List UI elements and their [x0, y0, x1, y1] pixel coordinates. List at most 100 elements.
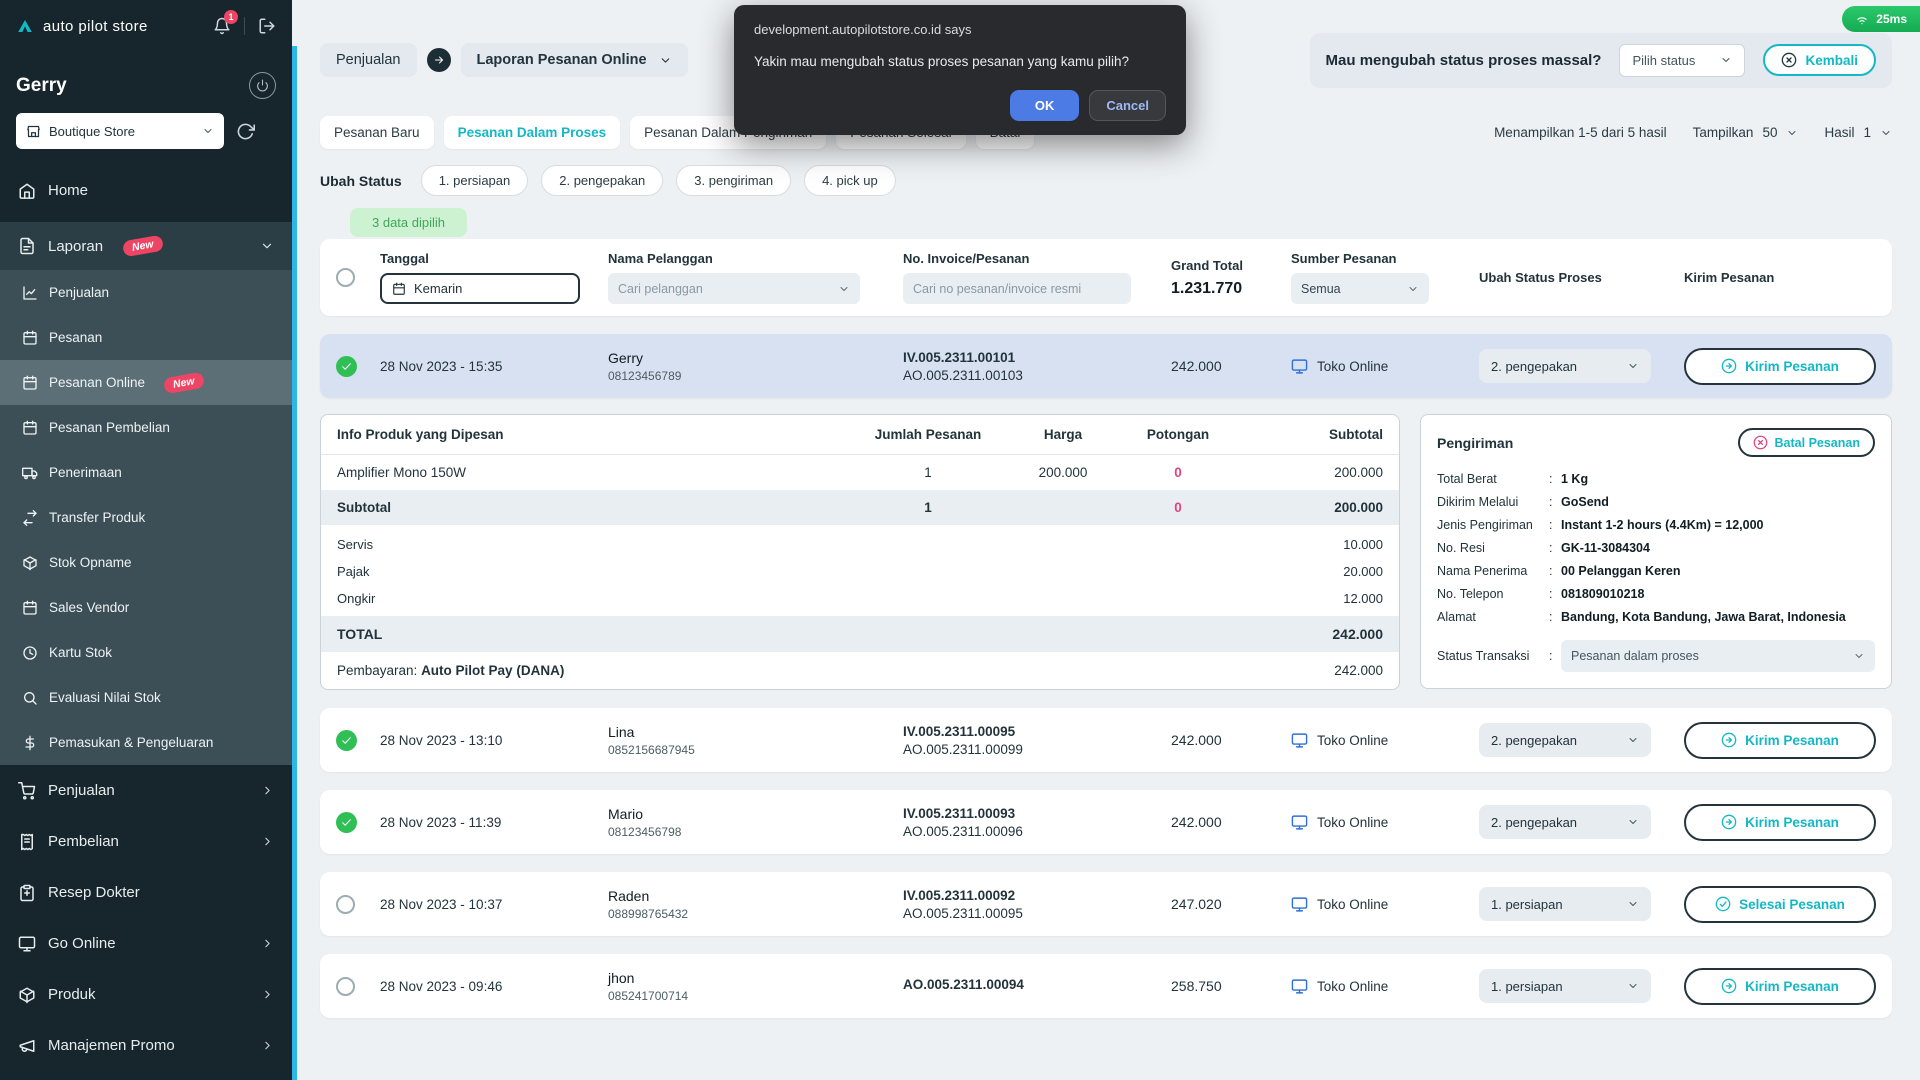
- tab-pesanan-baru[interactable]: Pesanan Baru: [320, 116, 434, 149]
- kirim-pesanan-button[interactable]: Kirim Pesanan: [1684, 968, 1876, 1005]
- product-subtotal: 200.000: [1233, 465, 1383, 480]
- sidebar-item-laporan-pesanan-online[interactable]: Pesanan Online New: [0, 360, 292, 405]
- product-table-title: Info Produk yang Dipesan: [337, 427, 853, 442]
- send-circle-icon: [1721, 732, 1737, 748]
- kirim-pesanan-button[interactable]: Kirim Pesanan: [1684, 348, 1876, 385]
- order-checkbox-unchecked[interactable]: [336, 895, 355, 914]
- status-option-pengepakan[interactable]: 2. pengepakan: [541, 165, 663, 196]
- notification-bell-icon[interactable]: 1: [213, 17, 231, 35]
- sidebar-item-pembelian[interactable]: Pembelian: [0, 816, 292, 867]
- order-total: 242.000: [1171, 358, 1291, 374]
- product-name: Amplifier Mono 150W: [337, 465, 853, 480]
- monitor-icon: [1291, 896, 1308, 913]
- power-button[interactable]: [249, 72, 276, 99]
- sidebar-item-laporan-transfer-produk[interactable]: Transfer Produk: [0, 495, 292, 540]
- shipping-field: Total Berat1 Kg: [1437, 467, 1875, 490]
- invoice-search-input[interactable]: [903, 273, 1131, 304]
- kirim-pesanan-button[interactable]: Kirim Pesanan: [1684, 722, 1876, 759]
- order-status-select[interactable]: 2. pengepakan: [1479, 723, 1651, 757]
- order-row[interactable]: 28 Nov 2023 - 13:10 Lina 0852156687945 I…: [320, 708, 1892, 772]
- truck-icon: [22, 465, 38, 481]
- sidebar-accent-scrollbar[interactable]: [292, 46, 297, 1080]
- order-checkbox-checked[interactable]: [336, 356, 357, 377]
- sidebar-item-laporan-stok-opname[interactable]: Stok Opname: [0, 540, 292, 585]
- sidebar-item-laporan-penjualan[interactable]: Penjualan: [0, 270, 292, 315]
- order-status-select[interactable]: 2. pengepakan: [1479, 805, 1651, 839]
- order-status-select[interactable]: 1. persiapan: [1479, 887, 1651, 921]
- logout-icon[interactable]: [258, 17, 276, 35]
- page-size-select[interactable]: Tampilkan 50: [1693, 125, 1799, 140]
- selesai-pesanan-button[interactable]: Selesai Pesanan: [1684, 886, 1876, 923]
- arrow-right-icon: [427, 48, 451, 72]
- order-row[interactable]: 28 Nov 2023 - 10:37 Raden 088998765432 I…: [320, 872, 1892, 936]
- monitor-icon: [18, 935, 36, 953]
- fee-row-pajak: Pajak 20.000: [321, 558, 1399, 585]
- sidebar-group-laporan: Laporan New Penjualan Pesanan Pesanan On…: [0, 222, 292, 765]
- order-number: AO.005.2311.00096: [903, 824, 1171, 839]
- column-header-tanggal: Tanggal: [380, 251, 608, 266]
- grand-total-value: 1.231.770: [1171, 280, 1291, 298]
- breadcrumb-root[interactable]: Penjualan: [320, 43, 417, 77]
- sidebar-item-laporan-penerimaan[interactable]: Penerimaan: [0, 450, 292, 495]
- refresh-icon[interactable]: [236, 122, 255, 141]
- status-option-pengiriman[interactable]: 3. pengiriman: [676, 165, 791, 196]
- order-row[interactable]: 28 Nov 2023 - 11:39 Mario 08123456798 IV…: [320, 790, 1892, 854]
- order-checkbox-checked[interactable]: [336, 730, 357, 751]
- order-source: Toko Online: [1317, 979, 1388, 994]
- breadcrumb-current[interactable]: Laporan Pesanan Online: [461, 43, 688, 77]
- sidebar-item-home[interactable]: Home: [0, 167, 292, 214]
- sidebar-item-laporan-pemasukan-pengeluaran[interactable]: Pemasukan & Pengeluaran: [0, 720, 292, 765]
- sidebar-item-laporan-pesanan[interactable]: Pesanan: [0, 315, 292, 360]
- order-number: AO.005.2311.00095: [903, 906, 1171, 921]
- kirim-pesanan-button[interactable]: Kirim Pesanan: [1684, 804, 1876, 841]
- select-all-checkbox[interactable]: [336, 268, 355, 287]
- chevron-down-icon: [1853, 650, 1865, 662]
- chevron-down-icon: [838, 283, 850, 295]
- monitor-icon: [1291, 814, 1308, 831]
- order-datetime: 28 Nov 2023 - 10:37: [380, 897, 608, 912]
- sidebar-item-laporan-evaluasi-nilai-stok[interactable]: Evaluasi Nilai Stok: [0, 675, 292, 720]
- dialog-cancel-button[interactable]: Cancel: [1089, 90, 1166, 121]
- order-row[interactable]: 28 Nov 2023 - 15:35 Gerry 08123456789 IV…: [320, 334, 1892, 398]
- sidebar-item-resep-dokter[interactable]: Resep Dokter: [0, 867, 292, 918]
- customer-filter-select[interactable]: Cari pelanggan: [608, 273, 860, 304]
- tab-pesanan-dalam-proses[interactable]: Pesanan Dalam Proses: [444, 116, 621, 149]
- customer-phone: 0852156687945: [608, 743, 903, 757]
- order-status-select[interactable]: 2. pengepakan: [1479, 349, 1651, 383]
- calendar-icon: [22, 420, 38, 436]
- dialog-ok-button[interactable]: OK: [1010, 90, 1080, 121]
- customer-name: Mario: [608, 806, 903, 822]
- sidebar-item-laporan-pesanan-pembelian[interactable]: Pesanan Pembelian: [0, 405, 292, 450]
- chevron-down-icon: [1627, 360, 1639, 372]
- fee-row-ongkir: Ongkir 12.000: [321, 585, 1399, 612]
- bulk-status-select[interactable]: Pilih status: [1619, 44, 1745, 77]
- chevron-down-icon: [202, 125, 214, 137]
- order-total: 247.020: [1171, 896, 1291, 912]
- sidebar-item-laporan-kartu-stok[interactable]: Kartu Stok: [0, 630, 292, 675]
- date-filter-input[interactable]: [414, 281, 544, 296]
- source-filter-select[interactable]: Semua: [1291, 273, 1429, 304]
- sidebar-item-penjualan[interactable]: Penjualan: [0, 765, 292, 816]
- x-circle-icon: [1753, 435, 1768, 450]
- sidebar-item-laporan[interactable]: Laporan New: [0, 222, 292, 270]
- shipping-card: Pengiriman Batal Pesanan Total Berat1 Kg…: [1420, 414, 1892, 689]
- transaction-status-select[interactable]: Pesanan dalam proses: [1561, 640, 1875, 672]
- sidebar-item-go-online[interactable]: Go Online: [0, 918, 292, 969]
- status-option-persiapan[interactable]: 1. persiapan: [421, 165, 529, 196]
- order-status-select[interactable]: 1. persiapan: [1479, 969, 1651, 1003]
- selection-count-tooltip: 3 data dipilih: [350, 208, 467, 237]
- sidebar-item-manajemen-promo[interactable]: Manajemen Promo: [0, 1020, 292, 1071]
- customer-phone: 08123456789: [608, 369, 903, 383]
- sidebar-item-produk[interactable]: Produk: [0, 969, 292, 1020]
- date-filter[interactable]: [380, 273, 580, 304]
- kembali-button[interactable]: Kembali: [1763, 44, 1876, 76]
- sidebar-item-laporan-sales-vendor[interactable]: Sales Vendor: [0, 585, 292, 630]
- order-checkbox-unchecked[interactable]: [336, 977, 355, 996]
- status-option-pickup[interactable]: 4. pick up: [804, 165, 896, 196]
- order-checkbox-checked[interactable]: [336, 812, 357, 833]
- page-select[interactable]: Hasil 1: [1824, 125, 1892, 140]
- chevron-down-icon: [260, 239, 274, 253]
- store-select[interactable]: Boutique Store: [16, 113, 224, 149]
- order-row[interactable]: 28 Nov 2023 - 09:46 jhon 085241700714 AO…: [320, 954, 1892, 1018]
- batal-pesanan-button[interactable]: Batal Pesanan: [1738, 428, 1875, 457]
